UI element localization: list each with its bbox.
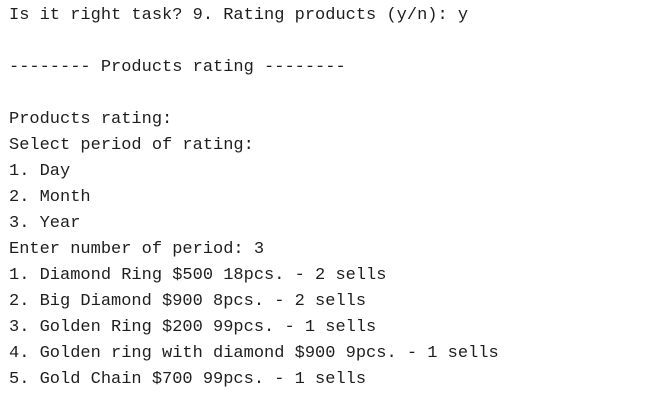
rating-line-5: 5. Gold Chain $700 99pcs. - 1 sells — [9, 370, 367, 389]
task-confirmation-line: Is it right task? 9. Rating products (y/… — [9, 6, 469, 25]
rating-line-2: 2. Big Diamond $900 8pcs. - 2 sells — [9, 292, 367, 311]
section-header: -------- Products rating -------- — [9, 58, 346, 77]
period-option-month: 2. Month — [9, 188, 91, 207]
period-option-year: 3. Year — [9, 214, 81, 233]
rating-line-3: 3. Golden Ring $200 99pcs. - 1 sells — [9, 318, 377, 337]
console-output: Is it right task? 9. Rating products (y/… — [0, 0, 657, 409]
rating-line-4: 4. Golden ring with diamond $900 9pcs. -… — [9, 344, 499, 363]
rating-heading: Products rating: — [9, 110, 173, 129]
period-option-day: 1. Day — [9, 162, 71, 181]
select-period-prompt: Select period of rating: — [9, 136, 254, 155]
rating-line-1: 1. Diamond Ring $500 18pcs. - 2 sells — [9, 266, 387, 285]
period-input-line: Enter number of period: 3 — [9, 240, 265, 259]
